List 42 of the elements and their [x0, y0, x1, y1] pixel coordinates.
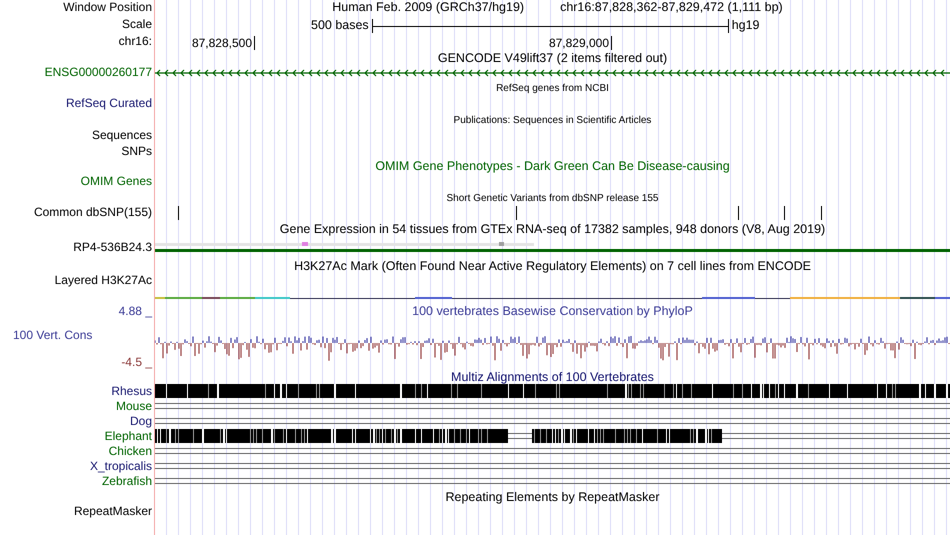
- gene-label[interactable]: ENSG00000260177: [44, 65, 152, 79]
- track-label[interactable]: 100 Vert. Cons: [13, 328, 92, 342]
- species-label[interactable]: X_tropicalis: [90, 459, 152, 474]
- species-label[interactable]: Mouse: [116, 399, 152, 414]
- track-title: Short Genetic Variants from dbSNP release 155: [446, 192, 658, 205]
- track-label[interactable]: Layered H3K27Ac: [54, 273, 152, 287]
- gene-strand-drawing[interactable]: [155, 69, 950, 77]
- species-label[interactable]: Rhesus: [111, 384, 152, 399]
- row-label: Window Position: [63, 0, 152, 14]
- track-title: GENCODE V49lift37 (2 items filtered out): [438, 51, 668, 66]
- track-label[interactable]: Sequences: [92, 128, 152, 142]
- track-label[interactable]: OMIM Genes: [80, 174, 152, 188]
- axis-max-label: 4.88 _: [118, 304, 152, 318]
- coordinate-tick: 87,829,000: [548, 36, 612, 50]
- track-title: Multiz Alignments of 100 Vertebrates: [451, 370, 654, 384]
- track-title: H3K27Ac Mark (Often Found Near Active Regulatory Elements) on 7 cell lines from ENCODE: [294, 258, 811, 274]
- alignment-block[interactable]: [155, 384, 950, 398]
- assembly-name: Human Feb. 2009 (GRCh37/hg19): [332, 0, 524, 16]
- species-label[interactable]: Chicken: [108, 444, 152, 459]
- track-label[interactable]: RefSeq Curated: [66, 96, 152, 110]
- track-title: 100 vertebrates Basewise Conservation by PhyloP: [412, 303, 693, 319]
- coordinate-tick: 87,828,500: [192, 36, 255, 50]
- assembly-label: hg19: [732, 18, 760, 33]
- scale-length: 500 bases: [311, 18, 369, 33]
- alignment-block[interactable]: [155, 429, 508, 443]
- track-label[interactable]: RepeatMasker: [74, 504, 152, 518]
- axis-min-label: -4.5 _: [121, 355, 152, 369]
- track-title: Publications: Sequences in Scientific Articles: [454, 114, 652, 127]
- species-label[interactable]: Dog: [130, 414, 152, 429]
- track-title: Gene Expression in 54 tissues from GTEx RNA-seq of 17382 samples, 948 donors (V8, Aug 2019): [280, 221, 826, 237]
- track-title: OMIM Gene Phenotypes - Dark Green Can Be Disease-causing: [375, 158, 730, 174]
- track-label[interactable]: SNPs: [121, 144, 152, 158]
- track-title: RefSeq genes from NCBI: [496, 82, 609, 95]
- position-range: chr16:87,828,362-87,829,472 (1,111 bp): [560, 0, 783, 16]
- alignment-block[interactable]: [532, 429, 722, 443]
- track-title: Repeating Elements by RepeatMasker: [445, 489, 660, 505]
- row-label: Scale: [122, 17, 152, 31]
- species-label[interactable]: Zebrafish: [102, 474, 152, 489]
- chromosome-label: chr16:: [118, 34, 152, 48]
- species-label[interactable]: Elephant: [104, 429, 152, 444]
- track-label[interactable]: RP4-536B24.3: [73, 240, 152, 254]
- track-label[interactable]: Common dbSNP(155): [34, 205, 152, 219]
